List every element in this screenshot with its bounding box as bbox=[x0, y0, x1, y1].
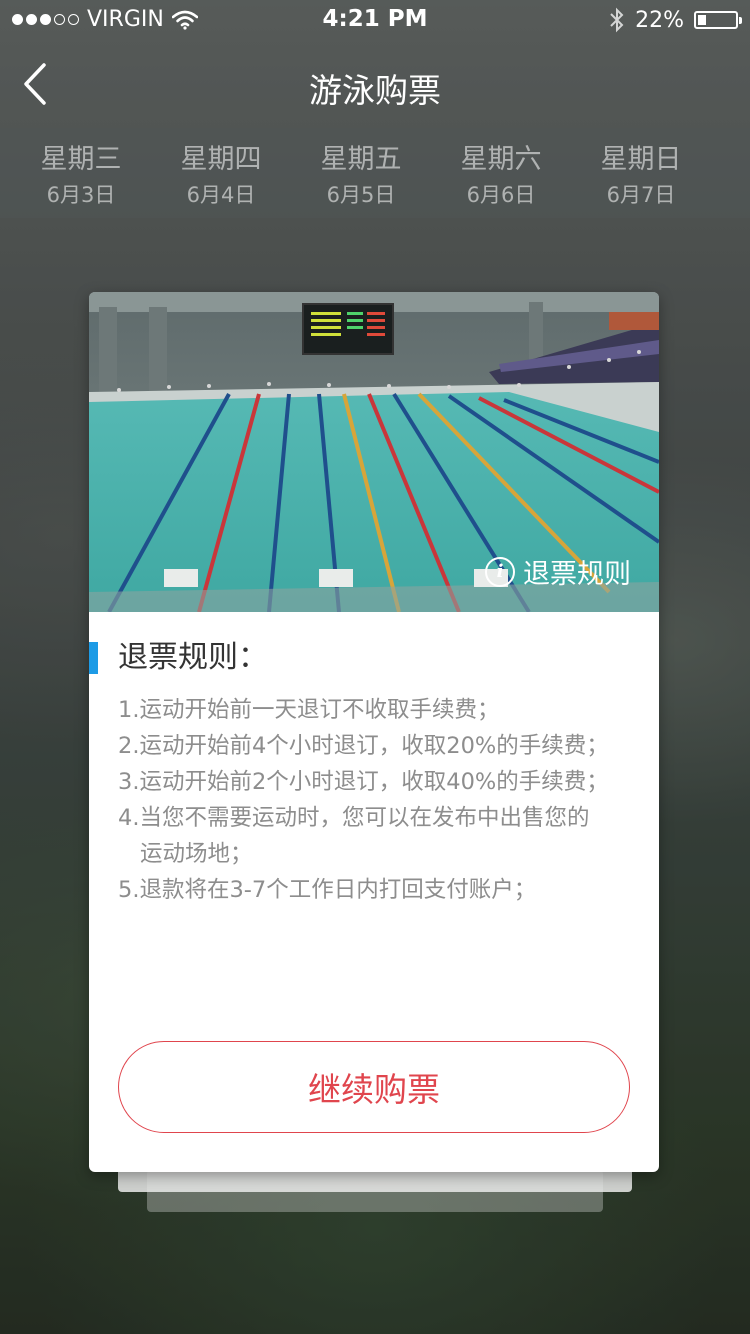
date-tab[interactable]: 星期日 6月7日 bbox=[571, 142, 711, 210]
rule-item: 2.运动开始前4个小时退订，收取20%的手续费； bbox=[118, 733, 609, 759]
info-icon: i bbox=[485, 556, 515, 587]
page-title: 游泳购票 bbox=[309, 71, 441, 110]
rule-item: 4.当您不需要运动时，您可以在发布中出售您的 bbox=[118, 805, 590, 831]
rule-item: 5.退款将在3-7个工作日内打回支付账户； bbox=[118, 877, 537, 903]
date-tab[interactable]: 星期五 6月5日 bbox=[291, 142, 431, 210]
date-weekday: 星期日 bbox=[600, 144, 682, 175]
date-weekday: 星期五 bbox=[320, 144, 402, 175]
date-tab[interactable]: 星期三 6月3日 bbox=[11, 142, 151, 210]
date-day: 6月7日 bbox=[606, 183, 676, 207]
date-day: 6月4日 bbox=[186, 183, 256, 207]
date-day: 6月3日 bbox=[46, 183, 116, 207]
date-tab[interactable]: 星期六 6月6日 bbox=[431, 142, 571, 210]
date-weekday: 星 bbox=[711, 142, 750, 178]
continue-purchase-button[interactable]: 继续购票 bbox=[118, 1041, 630, 1133]
date-selector: 星期三 6月3日 星期四 6月4日 星期五 6月5日 星期六 6月6日 星期日 … bbox=[0, 128, 750, 218]
date-day: 6月5日 bbox=[326, 183, 396, 207]
nav-bar: 游泳购票 bbox=[0, 40, 750, 128]
pool-photo: i 退票规则 bbox=[89, 292, 659, 612]
ticket-card: i 退票规则 退票规则： 1.运动开始前一天退订不收取手续费； 2.运动开始前4… bbox=[89, 292, 659, 1172]
rules-list: 1.运动开始前一天退订不收取手续费； 2.运动开始前4个小时退订，收取20%的手… bbox=[118, 692, 648, 908]
status-right: 22% bbox=[609, 7, 742, 33]
date-weekday: 星期四 bbox=[180, 144, 262, 175]
status-bar: VIRGIN 4:21 PM 22% bbox=[0, 0, 750, 40]
date-tab[interactable]: 星期四 6月4日 bbox=[151, 142, 291, 210]
date-weekday: 星期六 bbox=[460, 144, 542, 175]
date-day: 6月6日 bbox=[466, 183, 536, 207]
rule-item: 3.运动开始前2个小时退订，收取40%的手续费； bbox=[118, 769, 609, 795]
battery-percent: 22% bbox=[635, 7, 684, 33]
date-tab[interactable]: 星 6 bbox=[711, 142, 750, 210]
rules-accent-bar bbox=[89, 642, 98, 674]
date-day: 6 bbox=[711, 180, 750, 210]
battery-icon bbox=[694, 11, 742, 29]
date-weekday: 星期三 bbox=[40, 144, 122, 175]
rules-title: 退票规则： bbox=[118, 640, 268, 675]
refund-rules-link-label: 退票规则 bbox=[523, 559, 631, 590]
bluetooth-icon bbox=[610, 7, 624, 33]
refund-rules-link[interactable]: i 退票规则 bbox=[485, 552, 631, 591]
rule-item-continued: 运动场地； bbox=[140, 841, 253, 867]
rule-item: 1.运动开始前一天退订不收取手续费； bbox=[118, 697, 500, 723]
